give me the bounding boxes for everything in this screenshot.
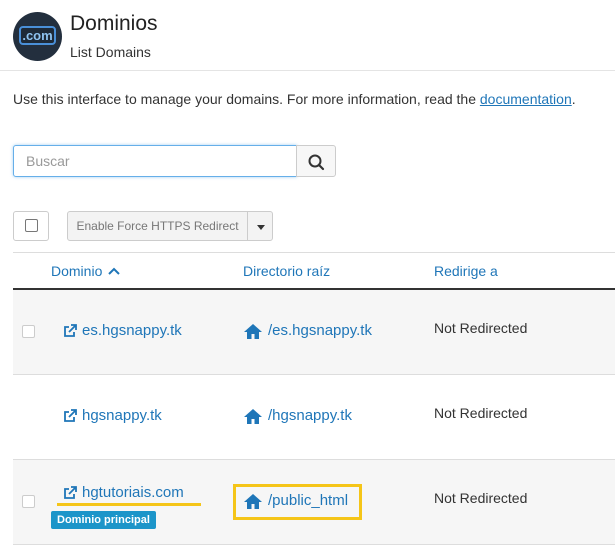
column-header-domain-label: Dominio: [51, 263, 103, 279]
docroot-path: /es.hgsnappy.tk: [268, 322, 372, 339]
highlight-underline: [57, 503, 201, 506]
table-header: Dominio Directorio raíz Redirige a: [13, 252, 615, 290]
domain-link[interactable]: hgtutoriais.com: [63, 484, 184, 501]
external-link-icon: [64, 408, 77, 422]
search-input[interactable]: [13, 145, 297, 177]
dotcom-icon: .com: [19, 26, 56, 45]
row-checkbox[interactable]: [22, 325, 35, 338]
docroot-link[interactable]: /es.hgsnappy.tk: [243, 322, 372, 339]
sort-ascending-icon: [108, 267, 120, 275]
primary-domain-badge: Dominio principal: [51, 511, 156, 529]
search-button[interactable]: [296, 145, 336, 177]
page-title: Dominios: [70, 12, 158, 35]
column-header-docroot[interactable]: Directorio raíz: [243, 263, 330, 279]
docroot-path: /public_html: [268, 492, 349, 509]
domain-name: hgsnappy.tk: [82, 407, 162, 424]
domain-name: es.hgsnappy.tk: [82, 322, 182, 339]
home-icon: [244, 408, 262, 424]
domain-link[interactable]: hgsnappy.tk: [63, 407, 162, 424]
row-checkbox[interactable]: [22, 495, 35, 508]
external-link-icon: [64, 323, 77, 337]
domains-app-logo: .com: [13, 12, 62, 61]
table-row: es.hgsnappy.tk /es.hgsnappy.tk Not Redir…: [13, 290, 615, 375]
redirect-status: Not Redirected: [434, 405, 528, 421]
docroot-link[interactable]: /hgsnappy.tk: [243, 407, 352, 424]
column-header-redirect[interactable]: Redirige a: [434, 263, 498, 279]
intro-text: Use this interface to manage your domain…: [13, 91, 576, 107]
home-icon: [244, 493, 262, 509]
table-row: hgsnappy.tk /hgsnappy.tk Not Redirected: [13, 375, 615, 460]
domain-link[interactable]: es.hgsnappy.tk: [63, 322, 182, 339]
intro-description: Use this interface to manage your domain…: [13, 91, 480, 107]
home-icon: [244, 323, 262, 339]
page-subtitle: List Domains: [70, 44, 151, 60]
search-icon: [308, 154, 325, 171]
external-link-icon: [64, 485, 77, 499]
column-header-domain[interactable]: Dominio: [51, 263, 120, 279]
documentation-link[interactable]: documentation: [480, 91, 572, 107]
docroot-path: /hgsnappy.tk: [268, 407, 352, 424]
intro-period: .: [571, 91, 576, 107]
force-https-dropdown-toggle[interactable]: [247, 211, 273, 241]
domain-name: hgtutoriais.com: [82, 484, 184, 501]
table-row: hgtutoriais.com Dominio principal /publi…: [13, 460, 615, 545]
caret-down-icon: [257, 225, 265, 230]
docroot-link[interactable]: /public_html: [243, 492, 348, 509]
page-header: .com Dominios List Domains: [0, 0, 615, 71]
select-all-button[interactable]: [13, 211, 49, 241]
redirect-status: Not Redirected: [434, 490, 528, 506]
redirect-status: Not Redirected: [434, 320, 528, 336]
select-all-checkbox[interactable]: [25, 219, 38, 232]
force-https-button[interactable]: Enable Force HTTPS Redirect: [67, 211, 248, 241]
